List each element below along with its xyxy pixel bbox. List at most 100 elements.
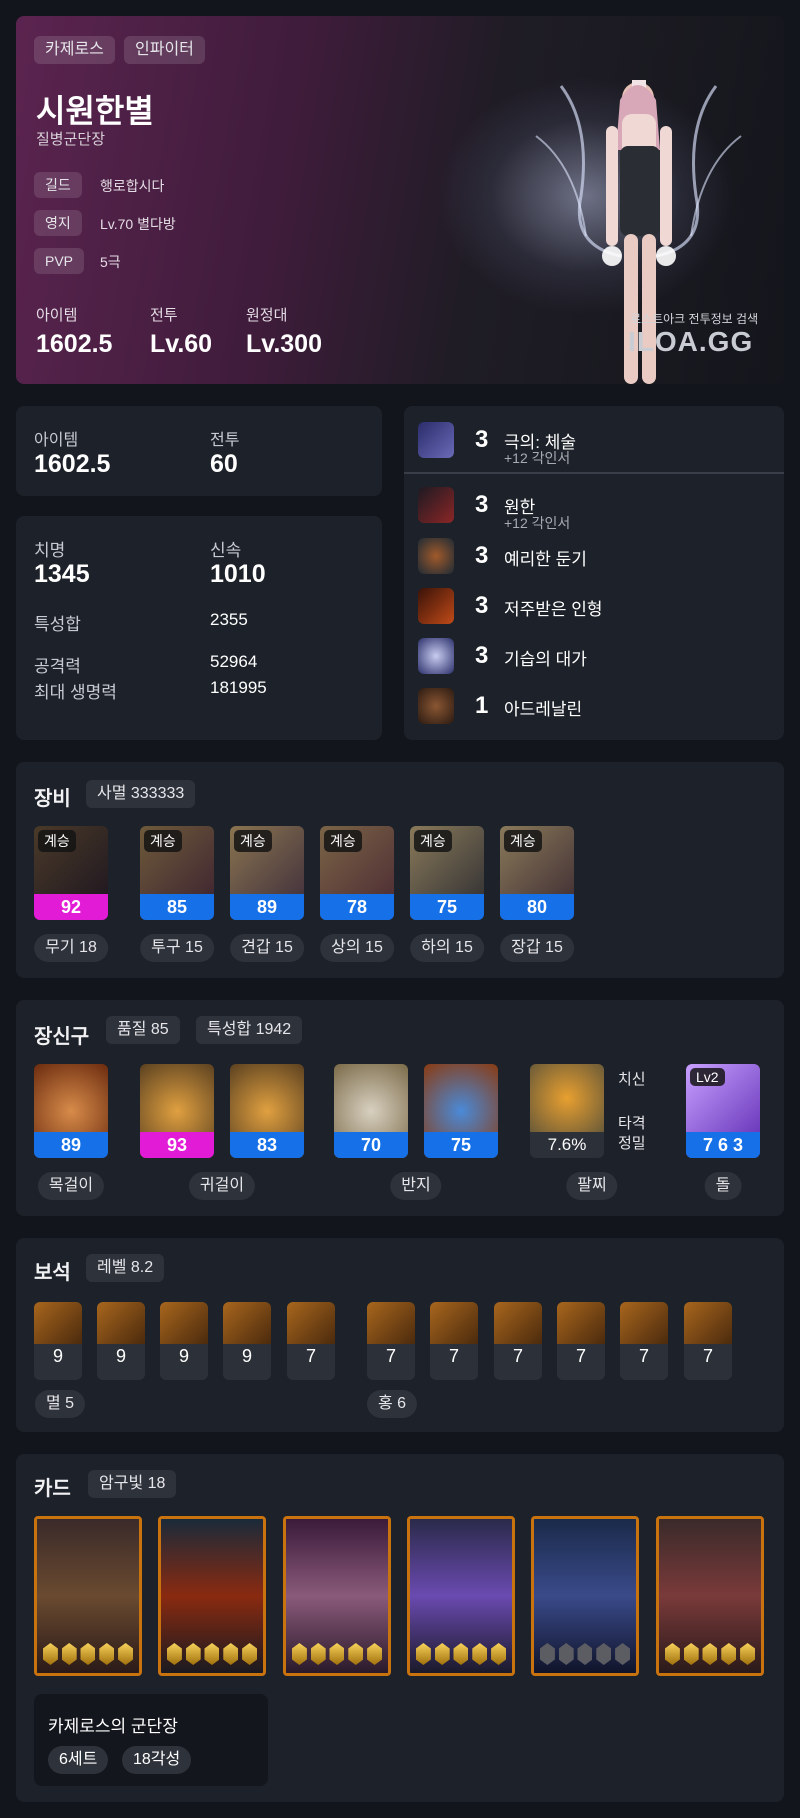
gem-slot[interactable]: 7	[684, 1302, 732, 1380]
engraving-name: 기습의 대가	[504, 650, 587, 669]
gem-level-chip: 레벨 8.2	[86, 1254, 165, 1282]
equipment-slot-pants[interactable]: 계승 75	[410, 826, 484, 920]
class-chip[interactable]: 인파이터	[124, 36, 205, 64]
gem-slot[interactable]: 9	[223, 1302, 271, 1380]
earring-slot[interactable]: 93	[140, 1064, 214, 1158]
card-slot[interactable]	[531, 1516, 639, 1676]
equipment-slot-chest[interactable]: 계승 78	[320, 826, 394, 920]
level-panel: 아이템 1602.5 전투 60	[16, 406, 382, 496]
equipment-quality: 85	[140, 894, 214, 920]
gem-level: 9	[241, 1346, 252, 1366]
swift-label: 신속	[210, 541, 242, 560]
equipment-slot-weapon[interactable]: 계승 92	[34, 826, 108, 920]
gem-section-label: 보석	[34, 1262, 71, 1284]
gem-slot[interactable]: 7	[557, 1302, 605, 1380]
accessory-name: 목걸이	[37, 1172, 105, 1200]
combat-level-label: 전투	[210, 432, 240, 449]
card-awaken-stars	[538, 1643, 632, 1665]
gem-slot[interactable]: 9	[34, 1302, 82, 1380]
gem-icon	[287, 1302, 335, 1344]
gem-slot[interactable]: 7	[494, 1302, 542, 1380]
gem-slot[interactable]: 9	[160, 1302, 208, 1380]
gem-slot[interactable]: 7	[620, 1302, 668, 1380]
engraving-level: 3	[475, 592, 489, 619]
gem-slot[interactable]: 7	[287, 1302, 335, 1380]
profile-hero: 카제로스 인파이터 시원한별 질병군단장 길드 행로합시다 영지 Lv.70 별…	[16, 16, 784, 384]
card-set-count: 6세트	[48, 1746, 109, 1774]
card-awaken-stars	[414, 1643, 508, 1665]
accessory-quality: 70	[334, 1132, 408, 1158]
engraving-level: 1	[475, 692, 489, 719]
bracelet-slot[interactable]: 7.6%	[530, 1064, 604, 1158]
inherit-tag: 계승	[38, 830, 76, 852]
accessory-quality: 93	[140, 1132, 214, 1158]
card-slot[interactable]	[407, 1516, 515, 1676]
card-set-name: 카제로스의 군단장	[48, 1717, 178, 1736]
card-slot[interactable]	[656, 1516, 764, 1676]
necklace-slot[interactable]: 89	[34, 1064, 108, 1158]
card-awaken-stars	[290, 1643, 384, 1665]
character-title: 질병군단장	[36, 131, 106, 148]
card-slot[interactable]	[283, 1516, 391, 1676]
card-slot[interactable]	[34, 1516, 142, 1676]
equipment-name: 장갑 15	[500, 934, 574, 962]
gem-slot[interactable]: 9	[97, 1302, 145, 1380]
ability-stone-slot[interactable]: Lv2 7 6 3	[686, 1064, 760, 1158]
bracelet-value: 7.6%	[547, 1135, 587, 1154]
equipment-quality: 80	[500, 894, 574, 920]
equipment-slot-shoulder[interactable]: 계승 89	[230, 826, 304, 920]
hp-label: 최대 생명력	[34, 683, 117, 702]
inherit-tag: 계승	[324, 830, 362, 852]
hero-roster-value: Lv.300	[246, 330, 322, 358]
equipment-slot-gloves[interactable]: 계승 80	[500, 826, 574, 920]
equipment-quality: 75	[410, 894, 484, 920]
ring-slot[interactable]: 70	[334, 1064, 408, 1158]
equipment-quality: 78	[320, 894, 394, 920]
bracelet-stat: 치신	[618, 1071, 646, 1088]
earring-slot[interactable]: 83	[230, 1064, 304, 1158]
equipment-slot-helmet[interactable]: 계승 85	[140, 826, 214, 920]
equipment-set-chip: 사멸 333333	[86, 780, 196, 808]
gem-icon	[494, 1302, 542, 1344]
hp-value: 181995	[210, 678, 267, 697]
engraving-sub: +12 각인서	[504, 450, 571, 466]
bracelet-stat: 타격	[618, 1115, 646, 1132]
guild-label: 길드	[34, 172, 82, 198]
bracelet-stat: 정밀	[618, 1135, 646, 1152]
crit-label: 치명	[34, 541, 66, 560]
crit-value: 1345	[34, 560, 90, 588]
gem-slot[interactable]: 7	[430, 1302, 478, 1380]
server-chip[interactable]: 카제로스	[34, 36, 115, 64]
gem-icon	[367, 1302, 415, 1344]
gem-level: 9	[52, 1346, 63, 1366]
engraving-icon	[418, 487, 454, 523]
guild-value: 행로합시다	[100, 178, 165, 194]
stone-value: 7 6 3	[686, 1132, 760, 1158]
card-slot[interactable]	[158, 1516, 266, 1676]
combat-level-value: 60	[210, 450, 238, 478]
card-awaken-stars	[663, 1643, 757, 1665]
engraving-name: 저주받은 인형	[504, 600, 603, 619]
engraving-divider	[404, 472, 784, 474]
gem-slot[interactable]: 7	[367, 1302, 415, 1380]
card-section-label: 카드	[34, 1478, 71, 1500]
gem-level: 7	[638, 1346, 649, 1366]
accessory-section-label: 장신구	[34, 1026, 90, 1048]
gem-level: 7	[575, 1346, 586, 1366]
hero-roster-label: 원정대	[246, 307, 288, 324]
engraving-icon	[418, 638, 454, 674]
ring-slot[interactable]: 75	[424, 1064, 498, 1158]
hero-item-label: 아이템	[36, 307, 78, 324]
inherit-tag: 계승	[144, 830, 182, 852]
engraving-panel	[404, 406, 784, 740]
gem-level: 7	[385, 1346, 396, 1366]
gem-icon	[223, 1302, 271, 1344]
inherit-tag: 계승	[414, 830, 452, 852]
card-set-box[interactable]: 카제로스의 군단장 6세트 18각성	[34, 1694, 268, 1786]
card-awaken-chip: 암구빛 18	[88, 1470, 177, 1498]
engraving-level: 3	[475, 426, 489, 453]
attack-label: 공격력	[34, 657, 81, 676]
stone-level-tag: Lv2	[690, 1068, 725, 1086]
accessory-quality-chip: 품질 85	[106, 1016, 180, 1044]
gem-icon	[97, 1302, 145, 1344]
